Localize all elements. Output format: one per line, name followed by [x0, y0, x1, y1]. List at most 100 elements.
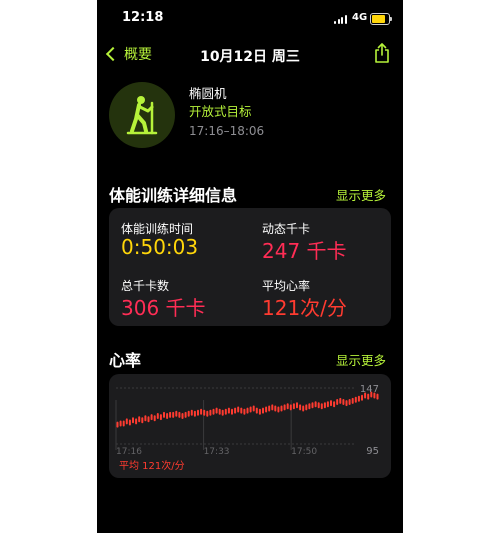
signal-icon — [334, 14, 348, 24]
heart-rate-bar — [357, 395, 360, 402]
details-heading: 体能训练详细信息 — [109, 186, 238, 205]
phone-screen: 12:18 4G 概要 10月12日 周三 椭圆机 开放式目标 17:16–18… — [97, 0, 403, 533]
heart-rate-bar — [215, 407, 218, 414]
chart-max-label: 147 — [360, 384, 379, 395]
stat-value: 306 千卡 — [121, 296, 206, 320]
heart-rate-bar — [231, 408, 233, 415]
heart-rate-bar — [125, 418, 128, 425]
heart-rate-bar — [345, 400, 348, 407]
heart-rate-bar — [317, 402, 320, 409]
heart-rate-bar — [141, 417, 144, 424]
heart-rate-bar — [323, 402, 326, 409]
heart-rate-bar — [314, 401, 317, 408]
page-title: 10月12日 周三 — [200, 49, 300, 65]
status-time: 12:18 — [122, 10, 164, 25]
details-show-more-link[interactable]: 显示更多 — [336, 185, 386, 204]
heart-rate-bar — [305, 404, 308, 411]
heart-rate-bar — [193, 410, 196, 417]
heart-rate-bar — [119, 420, 122, 427]
x-tick-label: 17:33 — [204, 447, 230, 457]
heart-rate-bar — [258, 408, 261, 415]
x-tick-label: 17:16 — [116, 447, 142, 457]
heart-rate-card[interactable]: 147 95 17:16 17:33 17:50 平均 121次/分 — [109, 374, 391, 478]
chart-min-label: 95 — [366, 446, 379, 457]
heart-rate-bar — [178, 411, 181, 418]
heart-rate-bar — [221, 409, 224, 416]
heart-rate-bar — [336, 399, 339, 405]
heart-rate-bar — [132, 417, 134, 424]
heart-rate-bar — [218, 408, 221, 415]
heart-rate-bar — [227, 407, 230, 414]
heart-rate-bar — [330, 400, 332, 407]
average-heart-rate: 平均 121次/分 — [119, 461, 185, 472]
heart-rate-bar — [128, 419, 131, 426]
heart-rate-bar — [159, 414, 162, 421]
heart-rate-bar — [224, 408, 227, 415]
heart-rate-bar — [147, 416, 150, 423]
heart-rate-bar — [326, 401, 329, 408]
heart-rate-bar — [249, 406, 252, 413]
heart-rate-bar — [348, 399, 351, 405]
heart-rate-bar — [150, 414, 153, 421]
network-type: 4G — [352, 12, 368, 23]
heart-rate-bar — [172, 411, 175, 418]
heart-rate-bar — [308, 403, 311, 410]
heart-rate-bar — [265, 406, 268, 413]
heart-rate-bar — [135, 418, 138, 425]
heart-rate-bar — [212, 408, 215, 415]
heart-rate-bar — [144, 415, 147, 422]
heart-rate-bar — [296, 402, 298, 409]
heart-rate-bar — [311, 402, 314, 409]
workout-goal: 开放式目标 — [189, 104, 252, 119]
heart-rate-bar — [271, 404, 274, 411]
heart-rate-bar — [302, 405, 305, 412]
heart-rate-bar — [342, 399, 345, 405]
heart-rate-show-more-link[interactable]: 显示更多 — [336, 350, 386, 369]
heart-rate-bar — [246, 407, 249, 414]
heart-rate-bar — [200, 408, 203, 415]
heart-rate-bar — [243, 408, 246, 415]
heart-rate-bar — [286, 403, 289, 410]
heart-rate-bar — [181, 413, 184, 419]
heart-rate-bar — [240, 407, 243, 414]
heart-rate-bar — [274, 405, 277, 412]
heart-rate-bar — [320, 403, 323, 410]
heart-rate-bar — [209, 409, 212, 416]
heart-rate-bar — [351, 397, 354, 404]
heart-rate-bar — [333, 401, 336, 408]
heart-rate-bar — [299, 404, 302, 411]
heart-rate-bar — [166, 413, 169, 419]
elliptical-icon — [109, 82, 175, 148]
heart-rate-bar — [190, 409, 193, 416]
heart-rate-heading: 心率 — [109, 351, 142, 370]
heart-rate-bar — [289, 404, 292, 411]
heart-rate-bar — [262, 407, 264, 414]
stat-value: 121次/分 — [262, 296, 347, 320]
stat-value: 247 千卡 — [262, 239, 347, 263]
heart-rate-bar — [153, 415, 156, 422]
heart-rate-bar — [197, 409, 199, 416]
heart-rate-bar — [156, 413, 159, 419]
heart-rate-bar — [255, 407, 258, 414]
heart-rate-bar — [292, 403, 295, 410]
heart-rate-bar — [163, 411, 165, 418]
heart-rate-bar — [280, 405, 283, 412]
share-button[interactable] — [373, 42, 391, 64]
heart-rate-bar — [184, 411, 187, 418]
heart-rate-bar — [116, 421, 119, 428]
heart-rate-bar — [187, 410, 190, 417]
heart-rate-bar — [361, 394, 363, 401]
heart-rate-bar — [169, 411, 172, 418]
heart-rate-bar — [283, 404, 286, 411]
battery-icon — [370, 13, 392, 25]
heart-rate-bar — [203, 409, 206, 416]
heart-rate-bar — [339, 397, 342, 404]
heart-rate-bar — [277, 406, 280, 413]
stats-card: 体能训练时间 0:50:03 动态千卡 247 千卡 总千卡数 306 千卡 平… — [109, 208, 391, 326]
heart-rate-bar — [237, 406, 240, 413]
heart-rate-bar — [138, 416, 141, 423]
heart-rate-bar — [252, 405, 255, 412]
x-tick-label: 17:50 — [291, 447, 317, 457]
heart-rate-bar — [354, 396, 357, 403]
heart-rate-bar — [175, 410, 178, 417]
